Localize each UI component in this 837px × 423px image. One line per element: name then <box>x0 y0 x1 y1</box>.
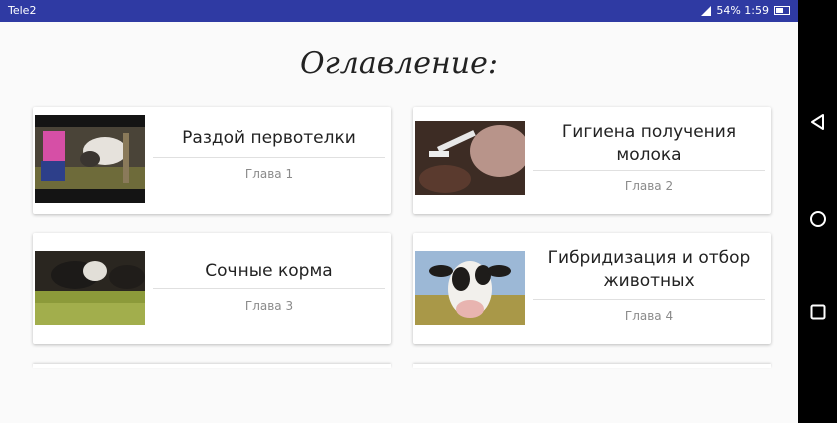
chapter-3-divider <box>153 288 385 289</box>
chapter-card-3[interactable]: Сочные корма Глава 3 <box>33 233 391 344</box>
app-screen: Tele2 54% 1:59 Оглавление: Раздой первот… <box>0 0 798 423</box>
status-bar: Tele2 54% 1:59 <box>0 0 798 22</box>
chapter-3-title: Сочные корма <box>205 261 333 281</box>
chapter-1-label: Глава 1 <box>244 167 294 181</box>
chapter-card-1[interactable]: Раздой первотелки Глава 1 <box>33 107 391 214</box>
battery-icon <box>774 6 790 15</box>
chapter-card-2[interactable]: Гигиена получения молока Глава 2 <box>413 107 771 214</box>
chapter-2-title: Гигиена получения молока <box>561 122 737 165</box>
carrier-label: Tele2 <box>8 4 37 17</box>
chapter-card-4[interactable]: Гибридизация и отбор животных Глава 4 <box>413 233 771 344</box>
page-title: Оглавление: <box>299 46 498 81</box>
chapter-card-6-edge[interactable] <box>413 364 771 368</box>
chapter-3-label: Глава 3 <box>244 299 294 313</box>
chapter-4-image <box>415 251 525 325</box>
chapter-4-divider <box>533 299 765 300</box>
recents-square-icon[interactable] <box>809 303 827 321</box>
home-circle-icon[interactable] <box>809 210 827 228</box>
navigation-bar <box>798 0 837 423</box>
chapter-3-image <box>35 251 145 325</box>
chapter-2-label: Глава 2 <box>624 179 674 193</box>
signal-icon <box>701 5 712 16</box>
chapter-1-image <box>35 115 145 203</box>
chapter-4-label: Глава 4 <box>624 309 674 323</box>
status-text: 54% 1:59 <box>716 4 769 17</box>
chapter-1-divider <box>153 157 385 158</box>
chapter-2-image <box>415 121 525 195</box>
chapter-card-5-edge[interactable] <box>33 364 391 368</box>
chapter-4-title: Гибридизация и отбор животных <box>547 248 751 291</box>
chapter-1-title: Раздой первотелки <box>182 128 356 148</box>
back-triangle-icon[interactable] <box>809 113 827 131</box>
chapter-2-divider <box>533 170 765 171</box>
status-right: 54% 1:59 <box>701 4 790 17</box>
